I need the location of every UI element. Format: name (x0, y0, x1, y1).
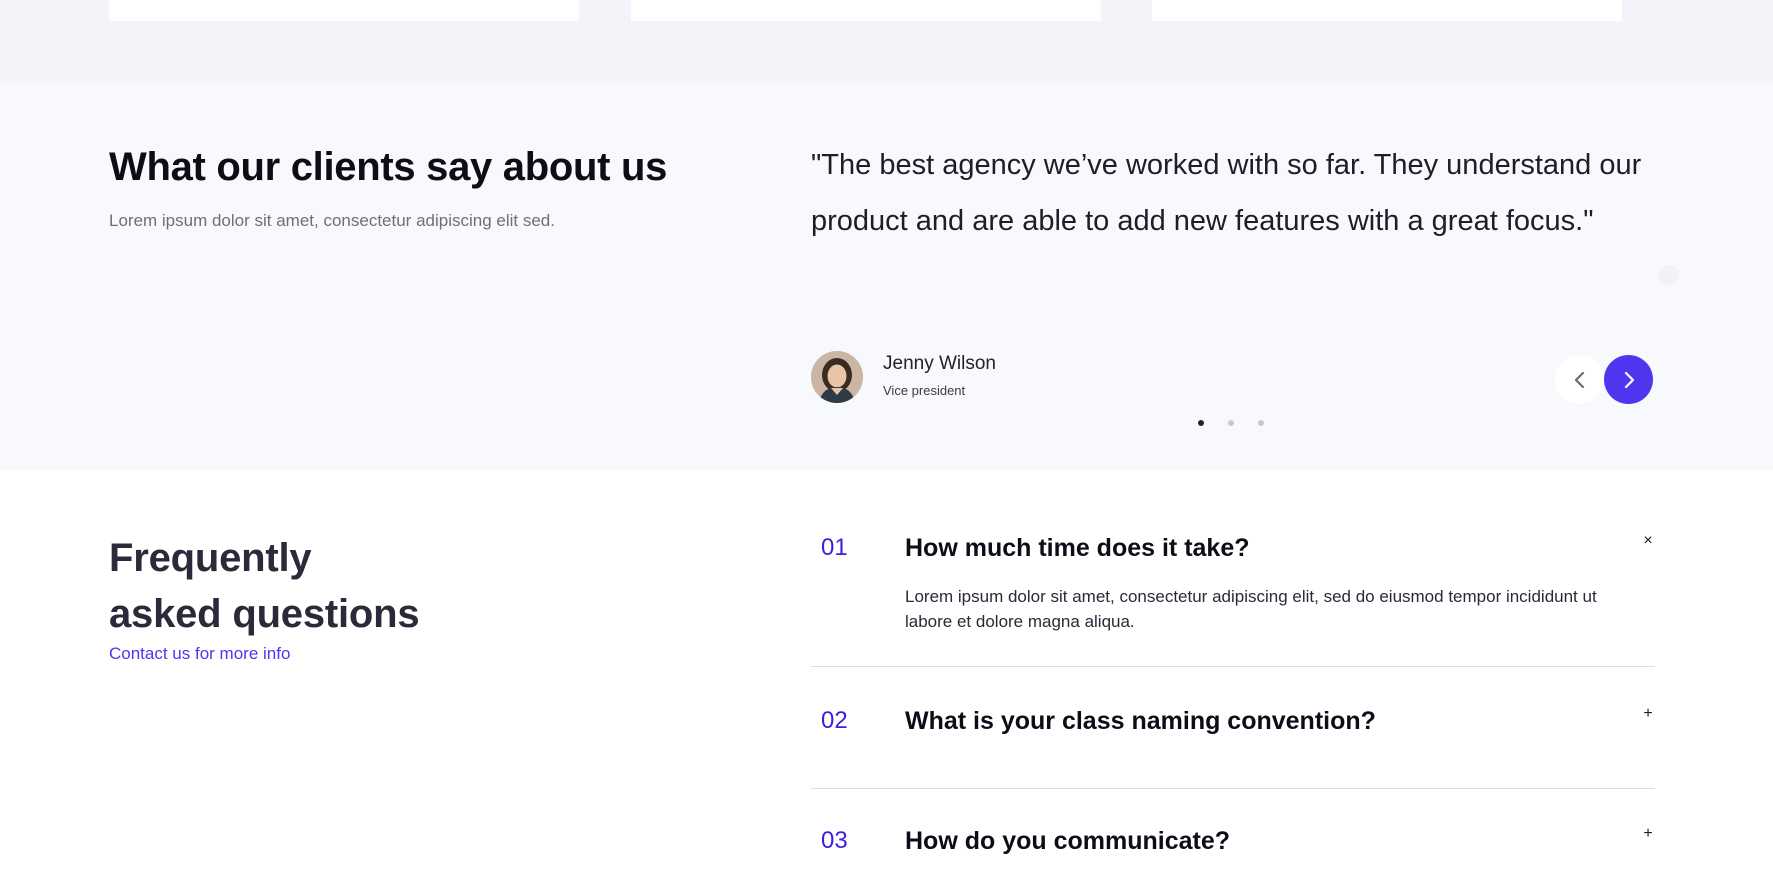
faq-question[interactable]: How much time does it take? (905, 534, 1250, 563)
expand-icon[interactable]: + (1641, 825, 1655, 843)
chevron-left-icon (1574, 371, 1584, 388)
faq-item[interactable]: 01 How much time does it take? × Lorem i… (811, 528, 1655, 667)
card-bottom-edge (631, 0, 1101, 21)
testimonials-subheading: Lorem ipsum dolor sit amet, consectetur … (109, 211, 555, 230)
slider-dot[interactable] (1198, 420, 1204, 426)
decorative-dot (1659, 265, 1679, 285)
author-role: Vice president (883, 383, 966, 398)
slider-dot[interactable] (1228, 420, 1234, 426)
slider-pagination (1198, 420, 1264, 426)
next-slide-button[interactable] (1604, 355, 1653, 404)
faq-number: 01 (821, 534, 848, 561)
author-avatar (811, 351, 863, 403)
previous-slide-button[interactable] (1555, 355, 1604, 404)
faq-title-line: Frequently (109, 536, 312, 580)
testimonials-section: What our clients say about us Lorem ipsu… (0, 81, 1773, 470)
faq-number: 03 (821, 827, 848, 854)
faq-title-line: asked questions (109, 592, 420, 636)
faq-title: Frequently asked questions (109, 530, 420, 642)
faq-number: 02 (821, 707, 848, 734)
chevron-right-icon (1624, 371, 1634, 388)
faq-item[interactable]: 02 What is your class naming convention?… (811, 667, 1655, 789)
contact-link[interactable]: Contact us for more info (109, 644, 290, 664)
author-name: Jenny Wilson (883, 353, 996, 374)
faq-answer: Lorem ipsum dolor sit amet, consectetur … (905, 587, 1597, 631)
previous-section-band (0, 0, 1773, 81)
slider-dot[interactable] (1258, 420, 1264, 426)
card-bottom-edge (109, 0, 579, 21)
testimonial-quote: "The best agency we’ve worked with so fa… (811, 149, 1642, 237)
collapse-icon[interactable]: × (1641, 532, 1655, 550)
faq-question[interactable]: How do you communicate? (905, 827, 1230, 856)
faq-item[interactable]: 03 How do you communicate? + (811, 789, 1655, 893)
testimonials-heading: What our clients say about us (109, 145, 668, 189)
faq-question[interactable]: What is your class naming convention? (905, 707, 1376, 736)
card-bottom-edge (1152, 0, 1622, 21)
person-portrait-icon (811, 351, 863, 403)
expand-icon[interactable]: + (1641, 705, 1655, 723)
